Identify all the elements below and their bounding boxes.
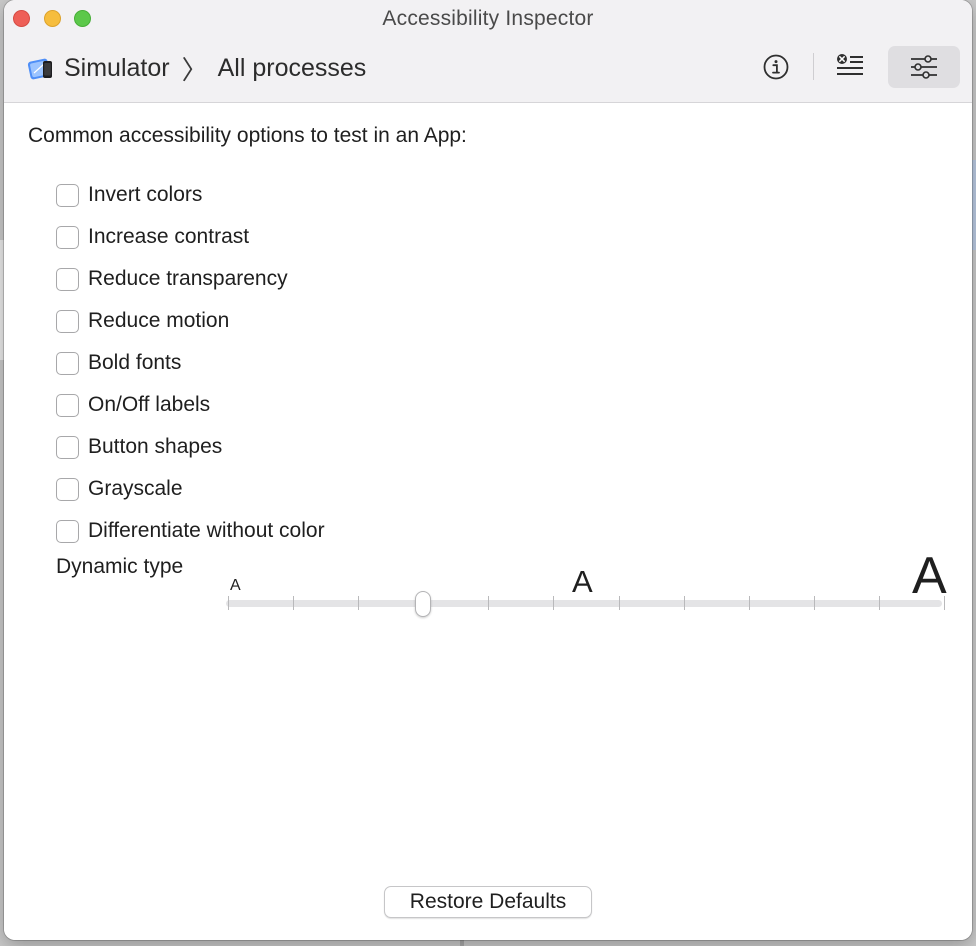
- button-shapes-checkbox[interactable]: [56, 435, 79, 459]
- accessibility-inspector-window: Accessibility Inspector Simulator 〉 All …: [4, 0, 972, 940]
- slider-track[interactable]: [226, 600, 942, 607]
- option-label: Invert colors: [88, 183, 203, 206]
- option-reduce-transparency[interactable]: Reduce transparency: [56, 258, 325, 300]
- dynamic-type-label: Dynamic type: [56, 555, 184, 578]
- option-list: Invert colors Increase contrast Reduce t…: [56, 174, 325, 552]
- size-small-marker: A: [230, 577, 241, 594]
- slider-tick: [618, 596, 620, 610]
- option-label: Bold fonts: [88, 351, 182, 374]
- option-label: Grayscale: [88, 477, 183, 500]
- increase-contrast-checkbox[interactable]: [56, 225, 79, 249]
- settings-tab-button[interactable]: [888, 46, 960, 88]
- slider-tick: [228, 596, 229, 610]
- breadcrumb-target[interactable]: All processes: [218, 54, 367, 83]
- titlebar: Accessibility Inspector Simulator 〉 All …: [4, 0, 972, 103]
- option-reduce-motion[interactable]: Reduce motion: [56, 300, 325, 342]
- on-off-labels-checkbox[interactable]: [56, 393, 79, 417]
- settings-panel: Common accessibility options to test in …: [4, 104, 972, 940]
- option-label: Reduce transparency: [88, 267, 288, 290]
- target-breadcrumb[interactable]: Simulator 〉 All processes: [26, 50, 366, 86]
- invert-colors-checkbox[interactable]: [56, 183, 79, 207]
- restore-defaults-button[interactable]: Restore Defaults: [384, 886, 592, 918]
- toolbar-divider: [813, 53, 814, 80]
- option-on-off-labels[interactable]: On/Off labels: [56, 384, 325, 426]
- dynamic-type-slider[interactable]: A A A: [226, 544, 947, 624]
- slider-tick: [683, 596, 685, 610]
- size-large-marker: A: [912, 547, 947, 605]
- info-icon: [763, 54, 789, 80]
- inspection-tab-button[interactable]: [756, 46, 796, 88]
- grayscale-checkbox[interactable]: [56, 477, 79, 501]
- option-increase-contrast[interactable]: Increase contrast: [56, 216, 325, 258]
- slider-tick: [748, 596, 750, 610]
- slider-tick: [878, 596, 880, 610]
- sliders-icon: [911, 55, 937, 79]
- option-label: Reduce motion: [88, 309, 230, 332]
- option-label: Button shapes: [88, 435, 223, 458]
- reduce-transparency-checkbox[interactable]: [56, 267, 79, 291]
- slider-tick: [944, 596, 945, 610]
- slider-tick: [293, 596, 295, 610]
- window-title: Accessibility Inspector: [382, 7, 594, 30]
- audit-tab-button[interactable]: [830, 46, 870, 88]
- option-button-shapes[interactable]: Button shapes: [56, 426, 325, 468]
- option-grayscale[interactable]: Grayscale: [56, 468, 325, 510]
- simulator-app-icon: [26, 53, 56, 83]
- reduce-motion-checkbox[interactable]: [56, 309, 79, 333]
- slider-tick: [813, 596, 815, 610]
- audit-list-icon: [837, 54, 863, 75]
- slider-tick: [553, 596, 555, 610]
- slider-tick: [358, 596, 360, 610]
- bold-fonts-checkbox[interactable]: [56, 351, 79, 375]
- background-window-edge-right: [972, 160, 976, 250]
- option-bold-fonts[interactable]: Bold fonts: [56, 342, 325, 384]
- size-medium-marker: A: [572, 564, 593, 599]
- breadcrumb-separator-icon: 〉: [181, 54, 208, 85]
- breadcrumb-app-name[interactable]: Simulator: [64, 54, 170, 83]
- option-label: Increase contrast: [88, 225, 250, 248]
- option-label: Differentiate without color: [88, 519, 325, 542]
- option-label: On/Off labels: [88, 393, 211, 416]
- slider-thumb[interactable]: [415, 591, 432, 617]
- settings-intro: Common accessibility options to test in …: [28, 124, 467, 147]
- differentiate-without-color-checkbox[interactable]: [56, 519, 79, 543]
- slider-tick: [488, 596, 490, 610]
- option-invert-colors[interactable]: Invert colors: [56, 174, 325, 216]
